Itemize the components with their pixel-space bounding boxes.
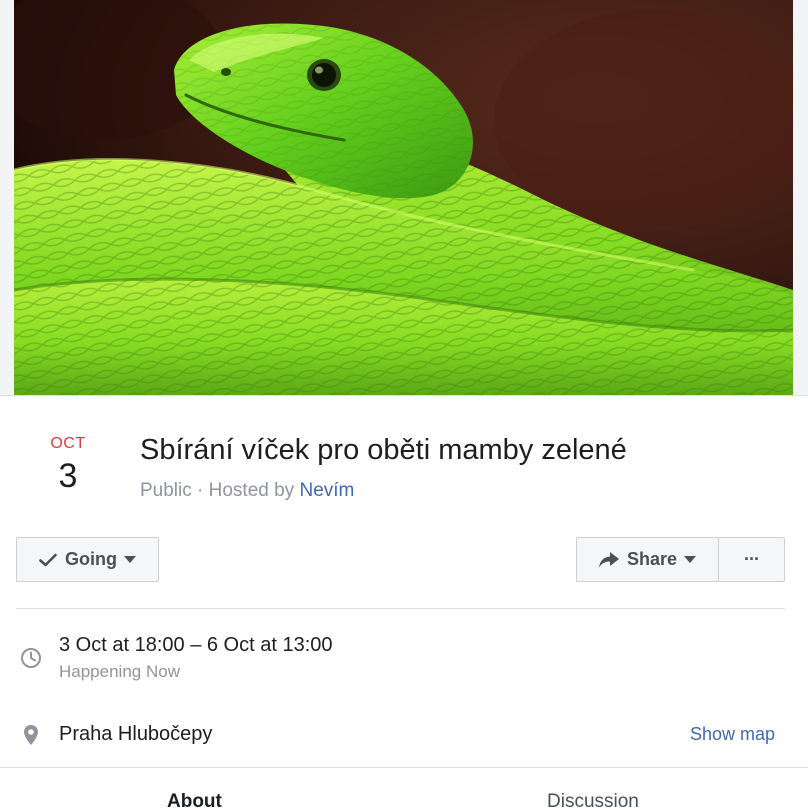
tabs-divider bbox=[0, 767, 808, 768]
event-privacy: Public bbox=[140, 480, 192, 501]
event-date-day: 3 bbox=[58, 457, 78, 495]
event-location[interactable]: Praha Hlubočepy bbox=[59, 721, 212, 747]
event-date: OCT 3 bbox=[30, 434, 106, 496]
cover-photo[interactable] bbox=[14, 0, 793, 395]
share-label: Share bbox=[626, 549, 678, 569]
show-map-link[interactable]: Show map bbox=[690, 721, 775, 747]
meta-separator: · bbox=[191, 480, 209, 501]
event-title: Sbírání víček pro oběti mamby zelené bbox=[140, 434, 627, 466]
tab-discussion[interactable]: Discussion bbox=[547, 790, 639, 808]
share-button[interactable]: Share bbox=[576, 537, 719, 582]
event-page: OCT 3 Sbírání víček pro oběti mamby zele… bbox=[0, 0, 808, 808]
more-options-icon: ··· bbox=[744, 549, 760, 569]
event-meta: Public · Hosted by Nevím bbox=[140, 478, 354, 504]
section-divider bbox=[16, 608, 785, 609]
caret-down-icon bbox=[684, 556, 697, 563]
clock-icon bbox=[21, 648, 41, 668]
share-arrow-icon bbox=[598, 551, 619, 567]
checkmark-icon bbox=[39, 553, 57, 566]
going-label: Going bbox=[65, 549, 117, 569]
green-mamba-cover-photo bbox=[14, 0, 793, 395]
host-link[interactable]: Nevím bbox=[299, 480, 354, 501]
tab-about[interactable]: About bbox=[167, 790, 222, 808]
event-time: 3 Oct at 18:00 – 6 Oct at 13:00 bbox=[59, 634, 333, 656]
cover-bottom-border bbox=[0, 395, 808, 396]
location-pin-icon bbox=[24, 725, 38, 745]
more-options-button[interactable]: ··· bbox=[718, 537, 785, 582]
going-button[interactable]: Going bbox=[16, 537, 159, 582]
caret-down-icon bbox=[124, 556, 136, 563]
hosted-by-prefix: Hosted by bbox=[208, 480, 300, 501]
event-status: Happening Now bbox=[59, 662, 180, 681]
event-date-month: OCT bbox=[50, 435, 86, 452]
